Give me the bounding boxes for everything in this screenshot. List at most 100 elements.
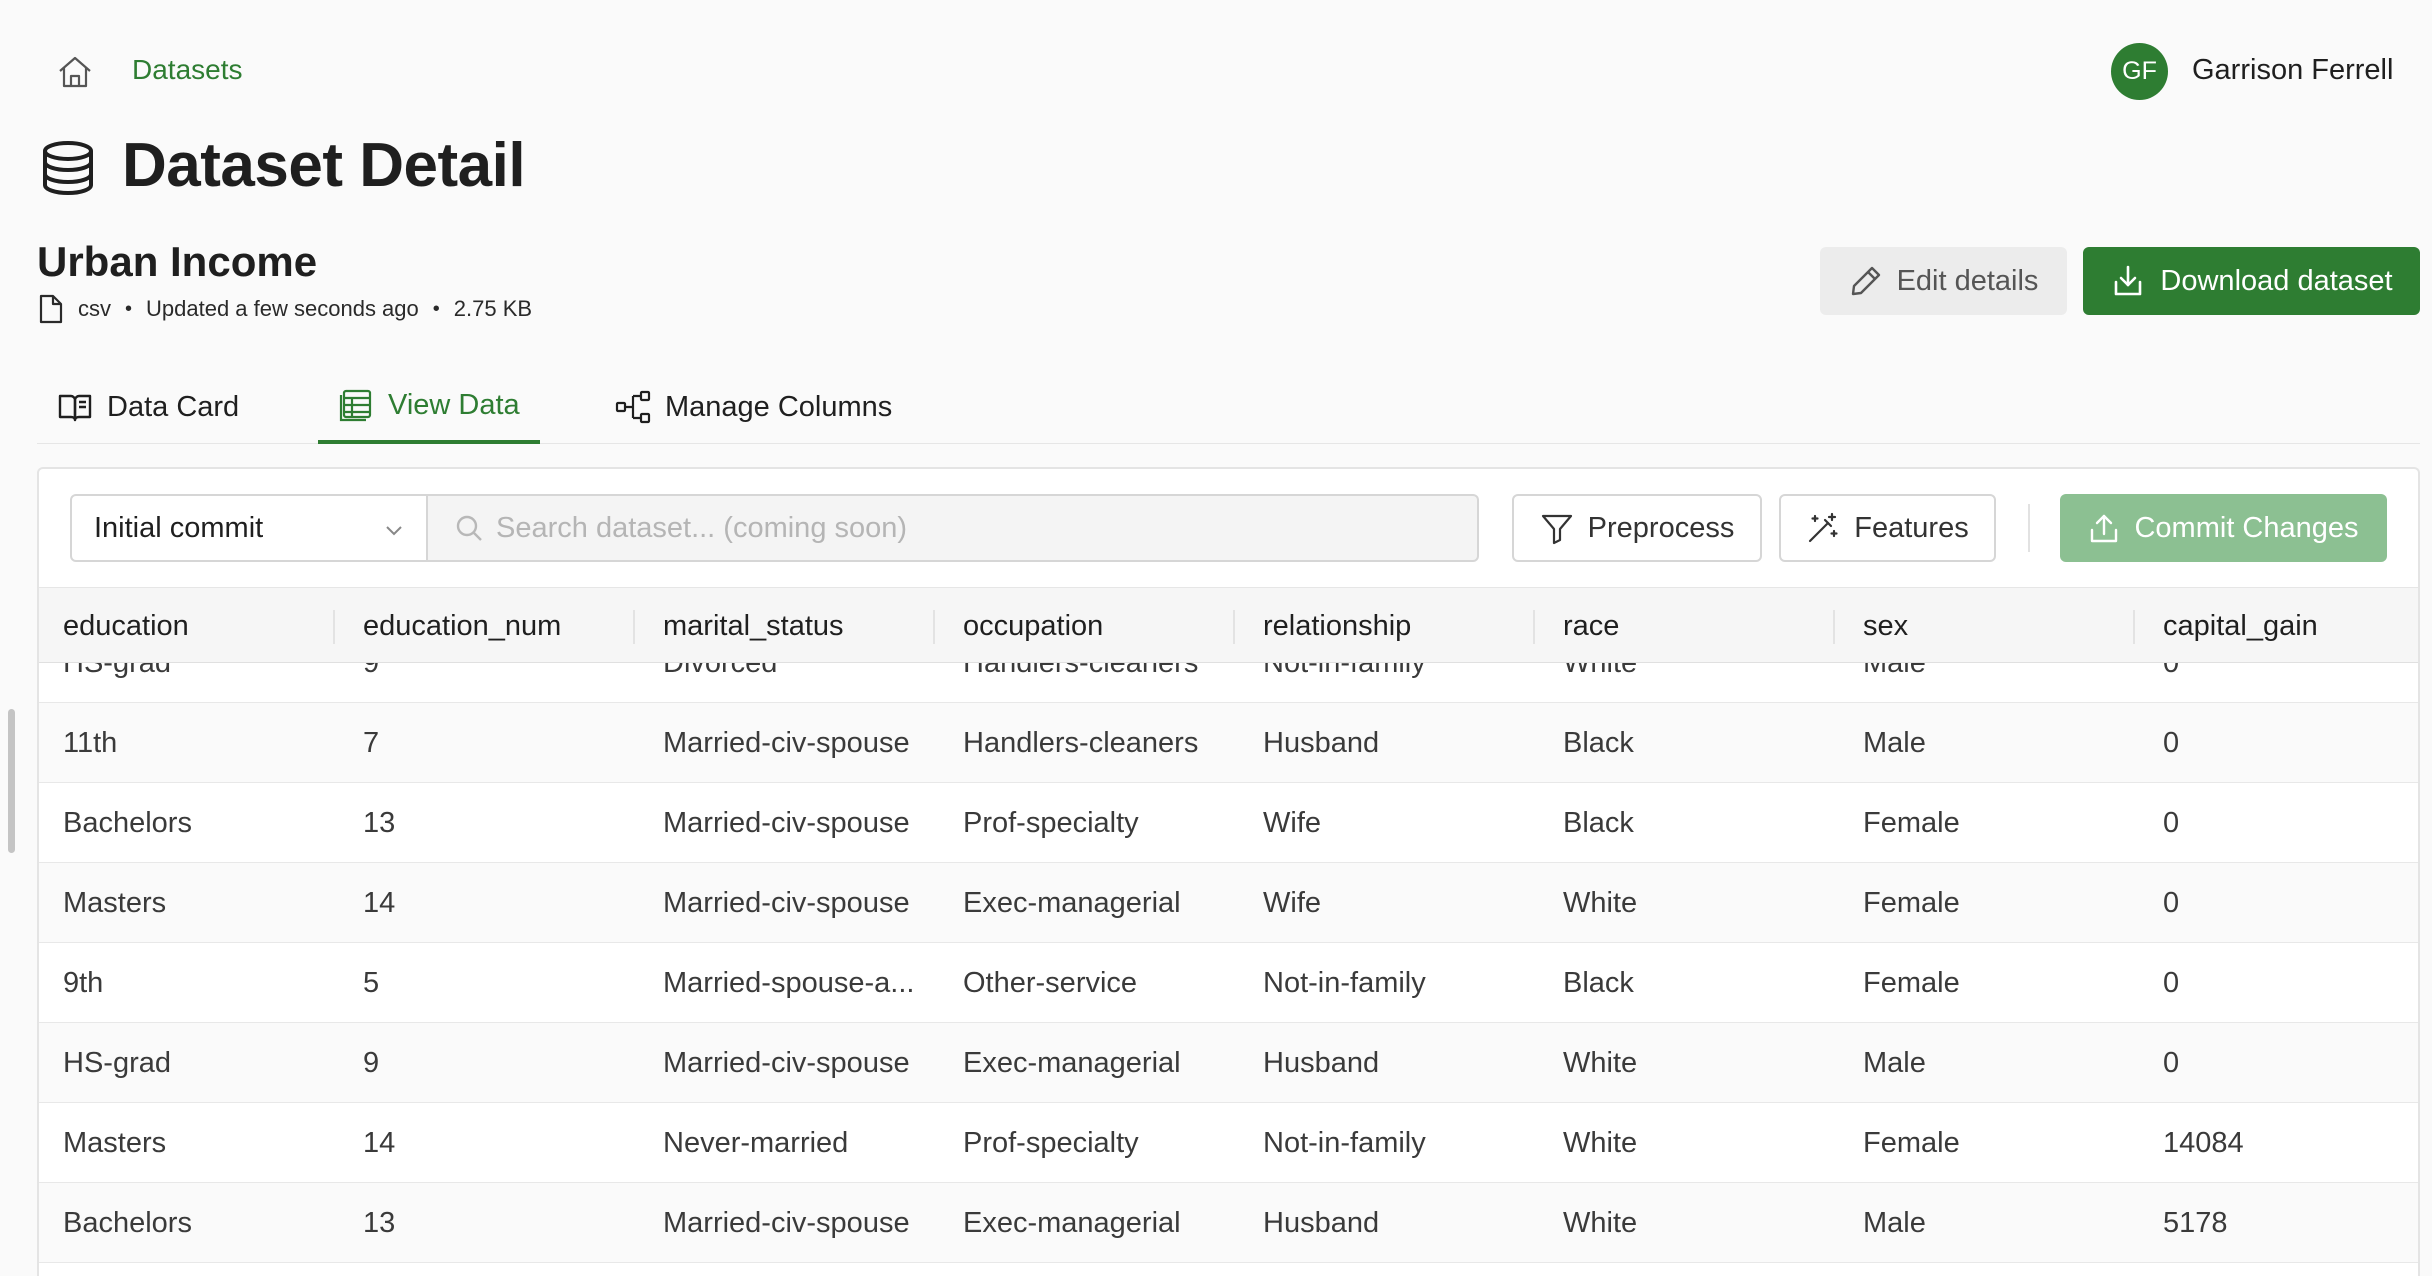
table-row[interactable]: Bachelors 13 Married-civ-spouse Prof-spe… [39,783,2418,863]
tab-manage-columns-label: Manage Columns [665,390,893,423]
table-cell: 13 [363,806,396,839]
table-cell: Married-civ-spouse [663,806,910,839]
column-divider[interactable] [933,610,935,644]
table-cell: 0 [2163,726,2180,759]
breadcrumb-datasets[interactable]: Datasets [132,54,243,86]
table-cell: 0 [2163,663,2413,703]
scrollbar-thumb[interactable] [8,709,15,853]
column-header-race[interactable]: race [1563,588,1619,664]
table-cell: Exec-managerial [963,1046,1181,1079]
table-cell: Female [1863,1126,1960,1159]
table-cell: Other-service [963,966,1138,999]
column-header-marital-status[interactable]: marital_status [663,588,844,664]
search-input[interactable]: Search dataset... (coming soon) [428,494,1479,562]
column-header-education-num[interactable]: education_num [363,588,561,664]
column-divider[interactable] [333,610,335,644]
preprocess-button[interactable]: Preprocess [1512,494,1762,562]
table-cell: Male [1863,663,2133,703]
edit-details-label: Edit details [1896,264,2039,297]
table-cell: Not-in-family [1263,966,1426,999]
table-cell: Married-spouse-a... [663,966,915,999]
table-cell: Female [1863,886,1960,919]
column-divider[interactable] [2133,610,2135,644]
table-cell: 14 [363,1126,396,1159]
column-header-capital-gain[interactable]: capital_gain [2163,588,2318,664]
table-cell: Black [1563,966,1634,999]
download-dataset-button[interactable]: Download dataset [2083,247,2420,315]
user-name[interactable]: Garrison Ferrell [2192,54,2393,87]
table-cell: Married-civ-spouse [663,1206,910,1239]
meta-separator: • [125,297,133,320]
dataset-meta: csv • Updated a few seconds ago • 2.75 K… [38,294,532,324]
meta-separator: • [432,297,440,320]
table-row[interactable]: HS-grad 9 Divorced Handlers-cleaners Not… [39,663,2418,703]
data-toolbar: Initial commit Search dataset... (coming… [39,469,2418,587]
table-row[interactable]: Bachelors 13 Married-civ-spouse Exec-man… [39,1183,2418,1263]
table-row[interactable]: Masters 14 Married-civ-spouse Exec-manag… [39,863,2418,943]
features-button[interactable]: Features [1779,494,1996,562]
table-cell: Not-in-family [1263,1126,1426,1159]
column-header-occupation[interactable]: occupation [963,588,1103,664]
table-cell: HS-grad [63,663,333,703]
table-cell: Female [1863,966,1960,999]
toolbar-divider [2028,504,2030,552]
upload-icon [2091,514,2118,543]
table-row[interactable]: HS-grad 9 Married-civ-spouse Exec-manage… [39,1023,2418,1103]
table-row[interactable]: 9th 5 Married-spouse-a... Other-service … [39,943,2418,1023]
table-cell: White [1563,663,1833,703]
commit-changes-button[interactable]: Commit Changes [2060,494,2387,562]
dataset-updated: Updated a few seconds ago [146,296,419,321]
table-cell: HS-grad [63,1046,171,1079]
tab-view-data[interactable]: View Data [318,370,540,444]
column-divider[interactable] [633,610,635,644]
filter-icon [1541,514,1572,545]
table-cell: Wife [1263,806,1321,839]
table-cell: Exec-managerial [963,1206,1181,1239]
home-icon[interactable] [55,52,95,92]
tab-data-card[interactable]: Data Card [37,370,259,444]
download-dataset-label: Download dataset [2160,264,2393,297]
table-icon [339,389,372,422]
table-cell: 7 [363,726,380,759]
table-cell: Husband [1263,1206,1380,1239]
data-panel: Initial commit Search dataset... (coming… [37,467,2420,1276]
table-cell: Wife [1263,886,1321,919]
tab-manage-columns[interactable]: Manage Columns [595,370,912,444]
table-row[interactable]: 11th 7 Married-civ-spouse Handlers-clean… [39,703,2418,783]
table-body: HS-grad 9 Divorced Handlers-cleaners Not… [39,663,2418,1276]
table-cell: Exec-managerial [963,886,1181,919]
avatar[interactable]: GF [2111,43,2168,100]
column-header-relationship[interactable]: relationship [1263,588,1411,664]
table-cell: Black [1563,726,1634,759]
table-cell: 5178 [2163,1206,2228,1239]
column-divider[interactable] [1833,610,1835,644]
table-cell: Not-in-family [1263,663,1533,703]
file-icon [39,294,63,324]
table-cell: 0 [2163,966,2180,999]
top-nav: Datasets GF Garrison Ferrell [0,0,2432,145]
table-cell: Prof-specialty [963,806,1139,839]
chevron-down-icon [386,526,402,536]
hierarchy-icon [615,390,651,424]
database-icon [43,141,93,196]
tab-view-data-label: View Data [388,388,520,421]
table-cell: Married-civ-spouse [663,886,910,919]
commit-changes-label: Commit Changes [2134,511,2359,544]
column-header-sex[interactable]: sex [1863,588,1908,664]
table-cell: 14 [363,886,396,919]
edit-details-button[interactable]: Edit details [1820,247,2067,315]
column-divider[interactable] [1233,610,1235,644]
column-divider[interactable] [1533,610,1535,644]
table-cell: Husband [1263,1046,1380,1079]
table-cell: Female [1863,806,1960,839]
dataset-size: 2.75 KB [453,296,533,321]
table-cell: Married-civ-spouse [663,726,910,759]
page-title: Dataset Detail [122,131,526,200]
search-icon [456,515,482,541]
table-cell: Masters [63,886,167,919]
commit-select-value: Initial commit [94,511,264,544]
commit-select[interactable]: Initial commit [70,494,428,562]
column-header-education[interactable]: education [63,588,189,664]
table-row[interactable]: Masters 14 Never-married Prof-specialty … [39,1103,2418,1183]
search-placeholder: Search dataset... (coming soon) [496,511,908,544]
